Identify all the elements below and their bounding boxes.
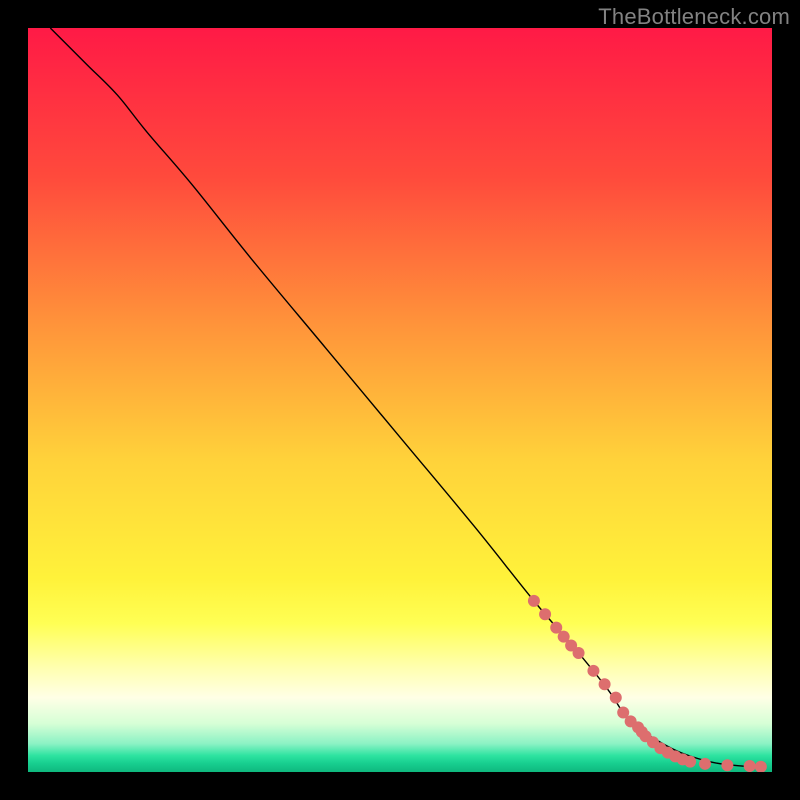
- scatter-point: [539, 608, 551, 620]
- chart-stage: TheBottleneck.com: [0, 0, 800, 800]
- scatter-point: [744, 760, 756, 772]
- chart-background-gradient: [28, 28, 772, 772]
- scatter-point: [573, 647, 585, 659]
- scatter-point: [684, 756, 696, 768]
- scatter-point: [599, 678, 611, 690]
- chart-plot-area: [28, 28, 772, 772]
- watermark-label: TheBottleneck.com: [598, 4, 790, 30]
- scatter-point: [610, 692, 622, 704]
- scatter-point: [721, 759, 733, 771]
- chart-svg: [28, 28, 772, 772]
- scatter-point: [699, 758, 711, 770]
- scatter-point: [587, 665, 599, 677]
- scatter-point: [528, 595, 540, 607]
